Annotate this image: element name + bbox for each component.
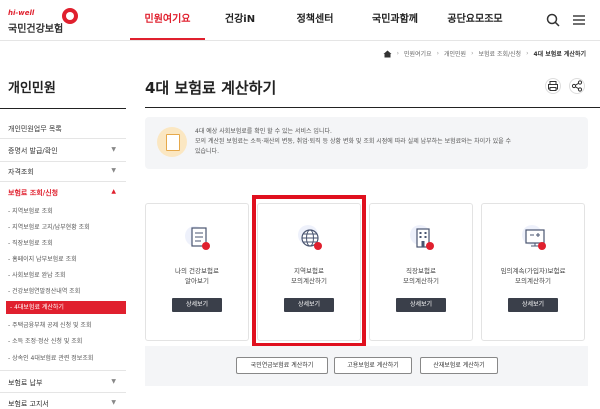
pension-calc-button[interactable]: 국민연금보험료 계산하기: [236, 357, 328, 374]
chevron-down-icon: ▼: [111, 378, 116, 385]
nav-about[interactable]: 공단요모조모: [435, 0, 515, 40]
home-icon[interactable]: [383, 50, 392, 58]
breadcrumb-separator: ›: [526, 50, 529, 57]
sidebar-subitem[interactable]: - 상속인 4대보험료 관련 정보조회: [8, 353, 93, 362]
card-label: 임의계속(가입자)보험료 모의계산하기: [482, 266, 584, 286]
other-calculators: 국민연금보험료 계산하기 고용보험료 계산하기 산재보험료 계산하기: [145, 346, 588, 386]
sidebar-subitem-selected[interactable]: - 4대보험료 계산하기: [6, 301, 126, 314]
card-label-line: 알아보기: [185, 277, 209, 285]
breadcrumb-item[interactable]: 보험료 조회/신청: [479, 49, 522, 58]
card-label: 직장보험료 모의계산하기: [370, 266, 472, 286]
sidebar-title-divider: [0, 108, 126, 109]
divider: [0, 181, 126, 182]
sidebar-subitem[interactable]: - 소득 조정·정산 신청 및 조회: [8, 336, 82, 345]
nav-minwon[interactable]: 민원여기요: [130, 0, 205, 40]
logo-subtitle: hi-well: [8, 9, 35, 17]
page: hi-well 국민건강보험 민원여기요 건강iN 정책센터 국민과함께 공단요…: [0, 0, 600, 409]
sidebar-subitem[interactable]: - 건강보험연말정산내역 조회: [8, 286, 80, 295]
document-info-icon: [157, 127, 187, 157]
info-line: 모의 계산된 보험료는 소득·재산의 변동, 취업·퇴직 등 상황 변화 및 조…: [195, 138, 512, 145]
breadcrumb: › 민원여기요 › 개인민원 › 보험료 조회/신청 › 4대 보험료 계산하기: [383, 49, 586, 58]
chevron-down-icon: ▼: [111, 399, 116, 406]
detail-button[interactable]: 상세보기: [396, 298, 446, 312]
sidebar-subitem[interactable]: - 직장보험료 조회: [8, 238, 53, 247]
logo-name: 국민건강보험: [8, 24, 64, 35]
building-icon: [410, 225, 434, 250]
sidebar-item-label: 증명서 발급/확인: [8, 147, 58, 155]
card-label-line: 모의계산하기: [403, 277, 439, 285]
info-text: 4대 예상 사회보험료를 확인 할 수 있는 서비스 입니다. 모의 계산된 보…: [195, 127, 580, 157]
breadcrumb-separator: ›: [436, 50, 439, 57]
breadcrumb-item[interactable]: 개인민원: [444, 49, 466, 58]
nav-with-people[interactable]: 국민과함께: [355, 0, 435, 40]
sidebar-item-label: 보험료 고지서: [8, 400, 49, 408]
chevron-down-icon: ▼: [111, 146, 116, 153]
share-icon[interactable]: [569, 78, 585, 94]
breadcrumb-separator: ›: [471, 50, 474, 57]
breadcrumb-separator: ›: [396, 50, 399, 57]
main-content: 4대 보험료 계산하기 4대 예상 사회보험료를 확인 할 수 있는 서비스 입…: [145, 65, 600, 409]
breadcrumb-bar: › 민원여기요 › 개인민원 › 보험료 조회/신청 › 4대 보험료 계산하기: [0, 40, 600, 65]
sidebar-item-label: 자격조회: [8, 168, 34, 176]
print-icon[interactable]: [545, 78, 561, 94]
logo[interactable]: hi-well 국민건강보험: [6, 6, 78, 36]
search-icon[interactable]: [545, 12, 561, 28]
sidebar-item-label: 보험료 조회/신청: [8, 189, 59, 197]
sidebar-subitem[interactable]: - 지역보험료 고지/납부현황 조회: [8, 222, 90, 231]
document-icon: [185, 226, 210, 250]
card-label-line: 임의계속(가입자)보험료: [500, 267, 566, 275]
info-line: 있습니다.: [195, 148, 219, 155]
page-title: 4대 보험료 계산하기: [145, 79, 277, 97]
card-label: 나의 건강보험료 알아보기: [146, 266, 248, 286]
industrial-calc-button[interactable]: 산재보험료 계산하기: [420, 357, 498, 374]
chevron-up-icon: ▲: [111, 188, 116, 195]
card-workplace-premium: 직장보험료 모의계산하기 상세보기: [369, 203, 473, 341]
breadcrumb-item[interactable]: 민원여기요: [404, 49, 432, 58]
card-label-line: 나의 건강보험료: [175, 267, 219, 275]
sidebar-subitem[interactable]: - 주택금융부채 공제 신청 및 조회: [8, 320, 91, 329]
sidebar: 개인민원 개인민원업무 목록 증명서 발급/확인 ▼ 자격조회 ▼ 보험료 조회…: [0, 65, 126, 409]
employment-calc-button[interactable]: 고용보험료 계산하기: [334, 357, 412, 374]
calculator-icon: [522, 225, 546, 250]
chevron-down-icon: ▼: [111, 167, 116, 174]
sidebar-subitem[interactable]: - 사회보험료 완납 조회: [8, 270, 66, 279]
nav-health-in[interactable]: 건강iN: [205, 0, 275, 40]
sidebar-title: 개인민원: [8, 81, 56, 96]
card-my-health-premium: 나의 건강보험료 알아보기 상세보기: [145, 203, 249, 341]
logo-mark-icon: [62, 8, 78, 24]
highlight-box: [252, 195, 366, 347]
nav-policy-center[interactable]: 정책센터: [275, 0, 355, 40]
card-voluntary-premium: 임의계속(가입자)보험료 모의계산하기 상세보기: [481, 203, 585, 341]
breadcrumb-current: 4대 보험료 계산하기: [533, 51, 586, 58]
card-label-line: 모의계산하기: [515, 277, 551, 285]
sidebar-item-label: 보험료 납부: [8, 379, 43, 387]
header: hi-well 국민건강보험 민원여기요 건강iN 정책센터 국민과함께 공단요…: [0, 0, 600, 40]
info-line: 4대 예상 사회보험료를 확인 할 수 있는 서비스 입니다.: [195, 128, 332, 135]
main-nav: 민원여기요 건강iN 정책센터 국민과함께 공단요모조모: [130, 0, 515, 40]
detail-button[interactable]: 상세보기: [508, 298, 558, 312]
divider: [0, 138, 126, 139]
sidebar-item-label: 개인민원업무 목록: [8, 125, 62, 133]
title-divider: [145, 107, 600, 108]
divider: [0, 370, 126, 371]
sidebar-subitem[interactable]: - 홈페이지 납부보험료 조회: [8, 254, 77, 263]
card-label-line: 직장보험료: [406, 267, 436, 275]
divider: [0, 392, 126, 393]
detail-button[interactable]: 상세보기: [172, 298, 222, 312]
sidebar-subitem[interactable]: - 지역보험료 조회: [8, 206, 53, 215]
divider: [0, 161, 126, 162]
menu-icon[interactable]: [571, 12, 587, 28]
info-box: 4대 예상 사회보험료를 확인 할 수 있는 서비스 입니다. 모의 계산된 보…: [145, 117, 588, 169]
